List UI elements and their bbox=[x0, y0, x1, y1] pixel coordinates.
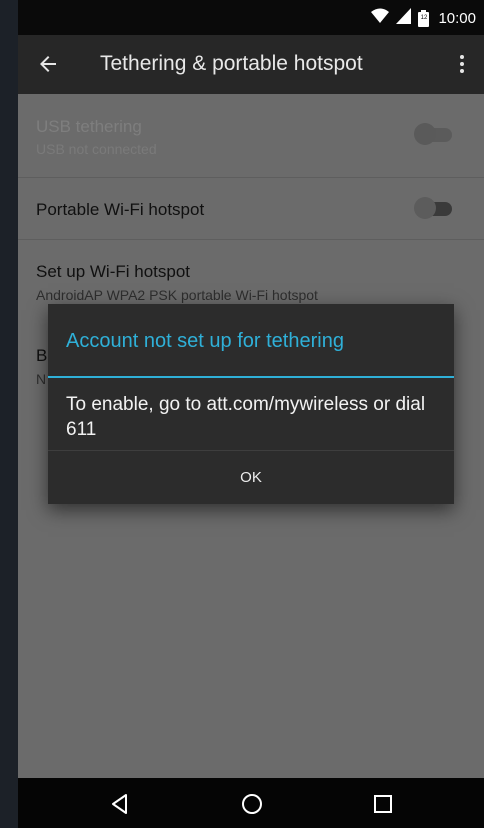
pref-title: Portable Wi-Fi hotspot bbox=[36, 200, 205, 219]
hotspot-switch[interactable] bbox=[414, 197, 452, 219]
dialog-message: To enable, go to att.com/mywireless or d… bbox=[66, 394, 426, 440]
home-circle-icon[interactable] bbox=[240, 792, 264, 816]
page-title: Tethering & portable hotspot bbox=[100, 52, 363, 75]
status-bar: 12 10:00 bbox=[18, 0, 484, 35]
pref-title: Set up Wi-Fi hotspot bbox=[36, 262, 191, 281]
ok-button[interactable]: OK bbox=[48, 451, 454, 504]
pref-title: B bbox=[36, 346, 48, 365]
wifi-icon bbox=[371, 8, 390, 29]
status-time: 10:00 bbox=[438, 9, 476, 27]
status-icons: 12 10:00 bbox=[371, 7, 476, 29]
pref-summary: AndroidAP WPA2 PSK portable Wi-Fi hotspo… bbox=[36, 287, 318, 303]
battery-level: 12 bbox=[420, 14, 428, 21]
back-triangle-icon[interactable] bbox=[108, 792, 132, 816]
cell-signal-icon bbox=[396, 7, 412, 29]
pref-usb-tethering: USB tethering USB not connected bbox=[18, 94, 484, 178]
more-vert-icon[interactable] bbox=[450, 52, 474, 76]
dialog-title-divider bbox=[48, 376, 454, 378]
navigation-bar bbox=[18, 778, 484, 828]
recents-square-icon[interactable] bbox=[371, 792, 395, 816]
usb-tethering-switch bbox=[414, 123, 452, 145]
pref-title: USB tethering bbox=[36, 117, 142, 136]
pref-summary: USB not connected bbox=[36, 141, 157, 157]
pref-summary: N bbox=[36, 371, 47, 387]
pref-portable-hotspot[interactable]: Portable Wi-Fi hotspot bbox=[18, 178, 484, 240]
dialog-title: Account not set up for tethering bbox=[66, 330, 344, 352]
arrow-back-icon[interactable] bbox=[36, 52, 60, 76]
switch-thumb bbox=[414, 123, 436, 145]
app-bar: Tethering & portable hotspot bbox=[18, 35, 484, 94]
switch-thumb bbox=[414, 197, 436, 219]
alert-dialog: Account not set up for tethering To enab… bbox=[48, 304, 454, 504]
phone-screen: 12 10:00 Tethering & portable hotspot US… bbox=[18, 0, 484, 828]
battery-icon: 12 bbox=[418, 9, 430, 27]
